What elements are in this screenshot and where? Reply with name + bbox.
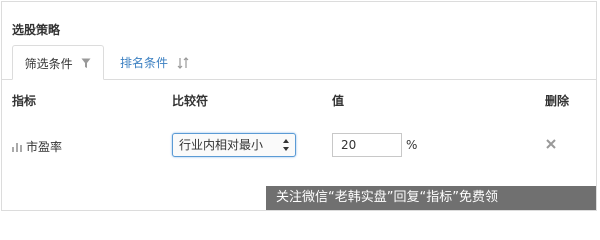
delete-row-icon[interactable] [546,139,556,149]
condition-row-indicator: 市盈率 [12,138,62,155]
header-delete: 删除 [545,94,570,108]
bar-chart-icon [12,142,22,152]
watermark-banner: 关注微信“老韩实盘”回复“指标”免费领 [266,186,596,210]
sort-icon [177,56,189,69]
header-indicator: 指标 [12,94,37,108]
strategy-panel: 选股策略 筛选条件 排名条件 指标 比较符 值 删除 市盈率 行业内相对最小 2… [1,1,597,211]
filter-icon [81,58,91,68]
tab-ranking-conditions[interactable]: 排名条件 [120,45,189,79]
select-arrows-icon [283,139,289,151]
tab-bar: 筛选条件 排名条件 [2,45,596,80]
value-unit: % [406,138,418,152]
tab-filter-label: 筛选条件 [24,56,73,71]
indicator-name: 市盈率 [26,140,63,154]
panel-title: 选股策略 [12,23,61,37]
comparator-select[interactable]: 行业内相对最小 [172,133,296,157]
comparator-selected-value: 行业内相对最小 [179,138,264,152]
tab-filter-conditions[interactable]: 筛选条件 [12,45,104,80]
header-comparator: 比较符 [172,94,209,108]
header-value: 值 [332,94,345,108]
value-input[interactable]: 20 [332,133,402,157]
tab-ranking-label: 排名条件 [120,55,169,70]
